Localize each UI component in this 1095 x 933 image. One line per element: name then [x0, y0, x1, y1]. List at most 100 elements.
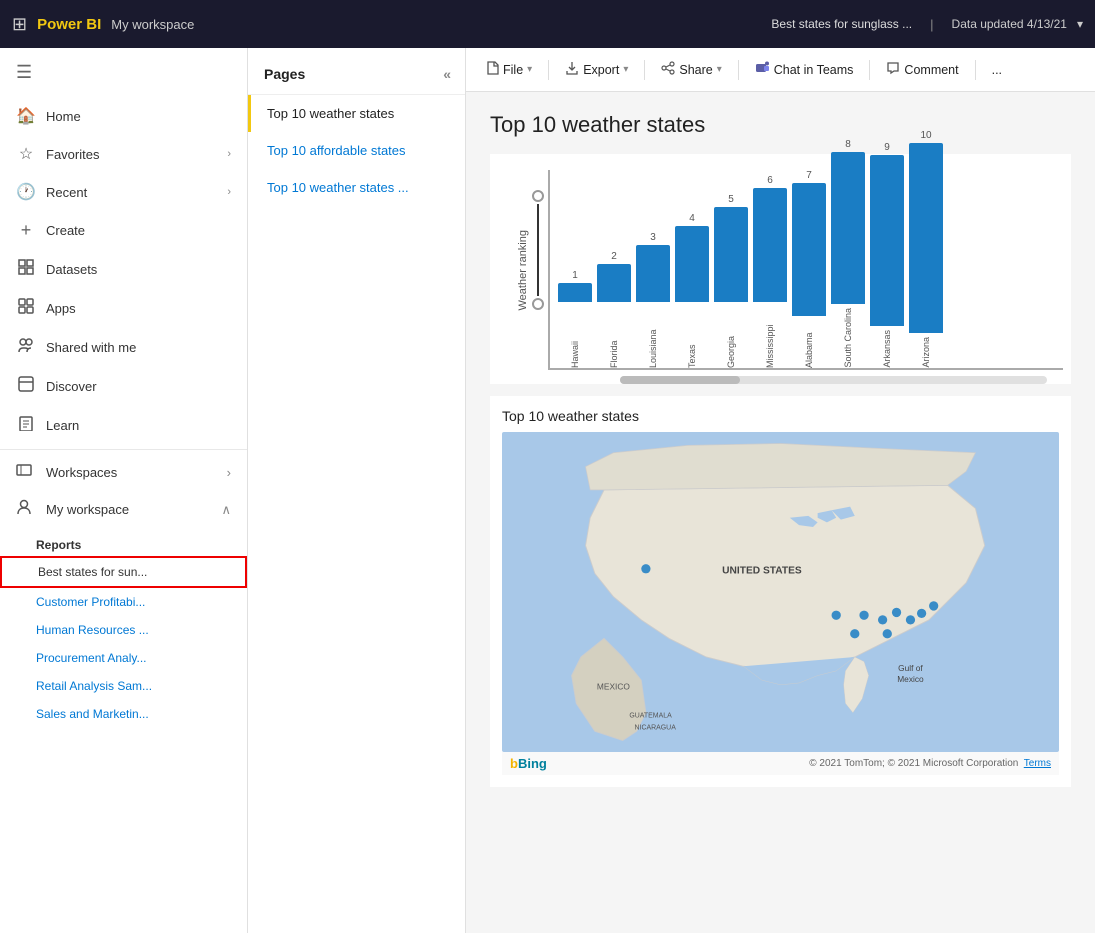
- topbar-chevron-icon[interactable]: ▾: [1077, 17, 1083, 31]
- bar-group: 1Hawaii: [558, 170, 592, 368]
- svg-text:GUATEMALA: GUATEMALA: [629, 712, 672, 719]
- more-icon: ...: [992, 63, 1002, 77]
- home-icon: 🏠: [16, 106, 36, 126]
- toolbar: File ▾ Export ▾ Share ▾: [466, 48, 1095, 92]
- report-item-procurement[interactable]: Procurement Analy...: [0, 644, 247, 672]
- file-button[interactable]: File ▾: [478, 56, 540, 83]
- y-axis-label: Weather ranking: [517, 230, 529, 311]
- favorites-chevron-icon: ›: [227, 148, 231, 160]
- file-icon: [486, 61, 499, 78]
- map-terms-link[interactable]: Terms: [1024, 758, 1051, 769]
- pages-header: Pages «: [248, 48, 465, 95]
- report-item-best-states[interactable]: Best states for sun...: [0, 556, 247, 588]
- share-chevron-icon: ▾: [717, 64, 722, 75]
- nav-item-learn[interactable]: Learn: [0, 406, 247, 445]
- pages-title: Pages: [264, 66, 305, 82]
- nav-item-datasets[interactable]: Datasets: [0, 250, 247, 289]
- nav-item-shared[interactable]: Shared with me: [0, 328, 247, 367]
- bar-state-label: Hawaii: [570, 306, 580, 368]
- more-button[interactable]: ...: [984, 58, 1010, 82]
- svg-text:Mexico: Mexico: [897, 674, 924, 684]
- page-item-2[interactable]: Top 10 weather states ...: [248, 169, 465, 206]
- chat-in-teams-label: Chat in Teams: [774, 63, 854, 77]
- discover-icon: [16, 376, 36, 397]
- workspaces-chevron-icon: ›: [227, 465, 231, 480]
- bar-rect[interactable]: [870, 155, 904, 326]
- report-item-customer[interactable]: Customer Profitabi...: [0, 588, 247, 616]
- toolbar-sep-3: [738, 60, 739, 80]
- bar-state-label: Texas: [687, 306, 697, 368]
- chart-scrollbar-thumb: [620, 376, 740, 384]
- nav-item-apps[interactable]: Apps: [0, 289, 247, 328]
- workspace-label[interactable]: My workspace: [111, 17, 194, 32]
- nav-home-label: Home: [46, 109, 81, 124]
- apps-icon: [16, 298, 36, 319]
- nav-learn-label: Learn: [46, 418, 79, 433]
- nav-myworkspace-header[interactable]: My workspace ∧: [0, 491, 247, 528]
- pages-collapse-button[interactable]: «: [443, 66, 451, 82]
- export-icon: [565, 61, 579, 78]
- nav-item-create[interactable]: + Create: [0, 211, 247, 250]
- bar-group: 6Mississippi: [753, 170, 787, 368]
- reports-section-label: Reports: [0, 528, 247, 556]
- nav-workspaces-label: Workspaces: [46, 465, 117, 480]
- share-icon: [661, 61, 675, 78]
- bar-state-label: Alabama: [804, 320, 814, 368]
- nav-create-label: Create: [46, 223, 85, 238]
- datasets-icon: [16, 259, 36, 280]
- nav-item-favorites[interactable]: ☆ Favorites ›: [0, 135, 247, 173]
- nav-shared-label: Shared with me: [46, 340, 136, 355]
- map-copyright: © 2021 TomTom; © 2021 Microsoft Corporat…: [809, 758, 1051, 769]
- page-item-1[interactable]: Top 10 affordable states: [248, 132, 465, 169]
- report-item-sales[interactable]: Sales and Marketin...: [0, 700, 247, 728]
- bar-rect[interactable]: [909, 143, 943, 333]
- grid-icon[interactable]: ⊞: [12, 14, 27, 35]
- export-chevron-icon: ▾: [623, 64, 628, 75]
- svg-text:NICARAGUA: NICARAGUA: [635, 724, 677, 731]
- bar-group: 5Georgia: [714, 170, 748, 368]
- bar-rect[interactable]: [675, 226, 709, 302]
- nav-item-discover[interactable]: Discover: [0, 367, 247, 406]
- nav-collapse-button[interactable]: ☰: [0, 48, 247, 97]
- report-item-retail[interactable]: Retail Analysis Sam...: [0, 672, 247, 700]
- bar-state-label: Arizona: [921, 337, 931, 368]
- bar-group: 9Arkansas: [870, 170, 904, 368]
- nav-workspaces-header[interactable]: Workspaces ›: [0, 454, 247, 491]
- comment-button[interactable]: Comment: [878, 56, 966, 83]
- nav-item-home[interactable]: 🏠 Home: [0, 97, 247, 135]
- export-label: Export: [583, 63, 619, 77]
- toolbar-sep-1: [548, 60, 549, 80]
- bar-state-label: Louisiana: [648, 306, 658, 368]
- export-button[interactable]: Export ▾: [557, 56, 636, 83]
- report-main-title: Top 10 weather states: [490, 112, 1071, 138]
- bar-value-label: 3: [650, 232, 656, 243]
- share-label: Share: [679, 63, 712, 77]
- comment-icon: [886, 61, 900, 78]
- bar-rect[interactable]: [753, 188, 787, 302]
- topbar-separator: |: [930, 17, 933, 32]
- bar-value-label: 6: [767, 175, 773, 186]
- bar-value-label: 2: [611, 251, 617, 262]
- share-button[interactable]: Share ▾: [653, 56, 729, 83]
- bing-footer: bBing © 2021 TomTom; © 2021 Microsoft Co…: [502, 752, 1059, 775]
- nav-item-recent[interactable]: 🕐 Recent ›: [0, 173, 247, 211]
- chat-in-teams-button[interactable]: Chat in Teams: [747, 56, 862, 83]
- svg-text:Gulf of: Gulf of: [898, 663, 923, 673]
- bar-rect[interactable]: [714, 207, 748, 302]
- bar-rect[interactable]: [792, 183, 826, 316]
- bar-rect[interactable]: [558, 283, 592, 302]
- report-item-hr[interactable]: Human Resources ...: [0, 616, 247, 644]
- bar-rect[interactable]: [831, 152, 865, 304]
- bar-value-label: 4: [689, 213, 695, 224]
- main-content: File ▾ Export ▾ Share ▾: [466, 48, 1095, 933]
- learn-icon: [16, 415, 36, 436]
- bar-state-label: South Carolina: [843, 308, 853, 368]
- bar-rect[interactable]: [636, 245, 670, 302]
- clock-icon: 🕐: [16, 182, 36, 202]
- bar-rect[interactable]: [597, 264, 631, 302]
- page-item-0[interactable]: Top 10 weather states: [248, 95, 465, 132]
- map-svg: UNITED STATES MEXICO Gulf of Mexico GUAT…: [502, 432, 1059, 752]
- bar-chart-container: Weather ranking 1Hawaii2Florida3Louisian…: [490, 154, 1071, 384]
- my-workspace-chevron-icon: ∧: [221, 502, 231, 518]
- chart-scrollbar[interactable]: [620, 376, 1047, 384]
